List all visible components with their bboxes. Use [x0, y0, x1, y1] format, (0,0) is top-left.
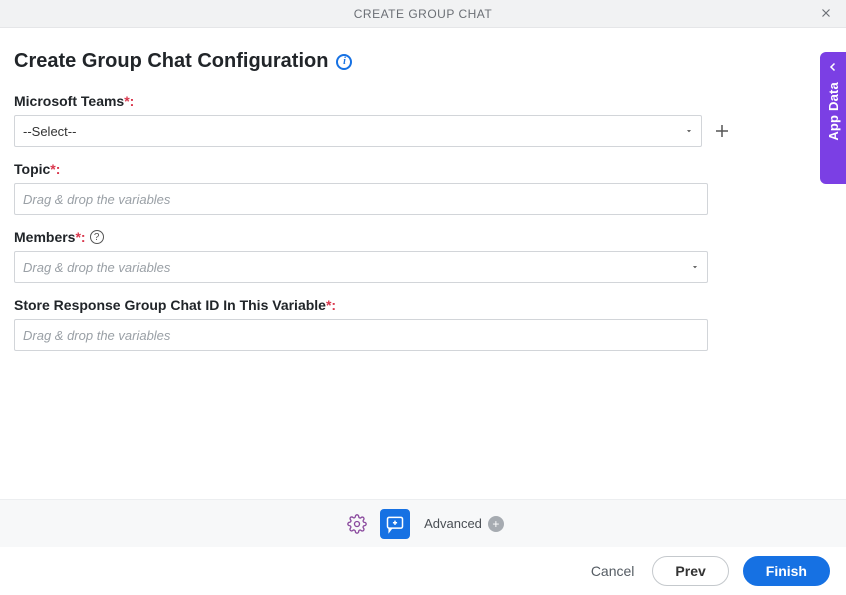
members-label: Members*: — [14, 229, 86, 245]
members-placeholder: Drag & drop the variables — [23, 260, 170, 275]
add-teams-button[interactable] — [710, 119, 734, 143]
topic-label: Topic*: — [14, 161, 60, 177]
finish-button[interactable]: Finish — [743, 556, 830, 586]
modal-header: CREATE GROUP CHAT — [0, 0, 846, 28]
field-topic: Topic*: — [14, 161, 708, 215]
modal-title: CREATE GROUP CHAT — [354, 7, 493, 21]
add-message-button[interactable] — [380, 509, 410, 539]
side-tab-label: App Data — [826, 82, 841, 141]
form-body: App Data Create Group Chat Configuration… — [0, 28, 846, 499]
advanced-button[interactable]: Advanced + — [424, 516, 504, 532]
advanced-label: Advanced — [424, 516, 482, 531]
cancel-button[interactable]: Cancel — [587, 557, 639, 585]
app-data-side-tab[interactable]: App Data — [820, 52, 846, 184]
members-combo[interactable]: Drag & drop the variables — [14, 251, 708, 283]
page-title: Create Group Chat Configuration — [14, 50, 328, 73]
field-microsoft-teams: Microsoft Teams*: --Select-- — [14, 93, 734, 147]
chevron-left-icon — [827, 60, 839, 76]
teams-label: Microsoft Teams*: — [14, 93, 134, 109]
help-icon[interactable]: ? — [90, 230, 104, 244]
store-var-label: Store Response Group Chat ID In This Var… — [14, 297, 336, 313]
info-icon[interactable]: i — [336, 54, 352, 70]
plus-circle-icon: + — [488, 516, 504, 532]
field-members: Members*: ? Drag & drop the variables — [14, 229, 708, 283]
store-var-input[interactable] — [14, 319, 708, 351]
field-store-response: Store Response Group Chat ID In This Var… — [14, 297, 708, 351]
settings-gear-button[interactable] — [342, 509, 372, 539]
bottom-toolbar: Advanced + — [0, 499, 846, 547]
teams-select[interactable]: --Select-- — [14, 115, 702, 147]
close-icon[interactable] — [816, 3, 836, 23]
topic-input[interactable] — [14, 183, 708, 215]
footer: Cancel Prev Finish — [0, 547, 846, 595]
prev-button[interactable]: Prev — [652, 556, 728, 586]
